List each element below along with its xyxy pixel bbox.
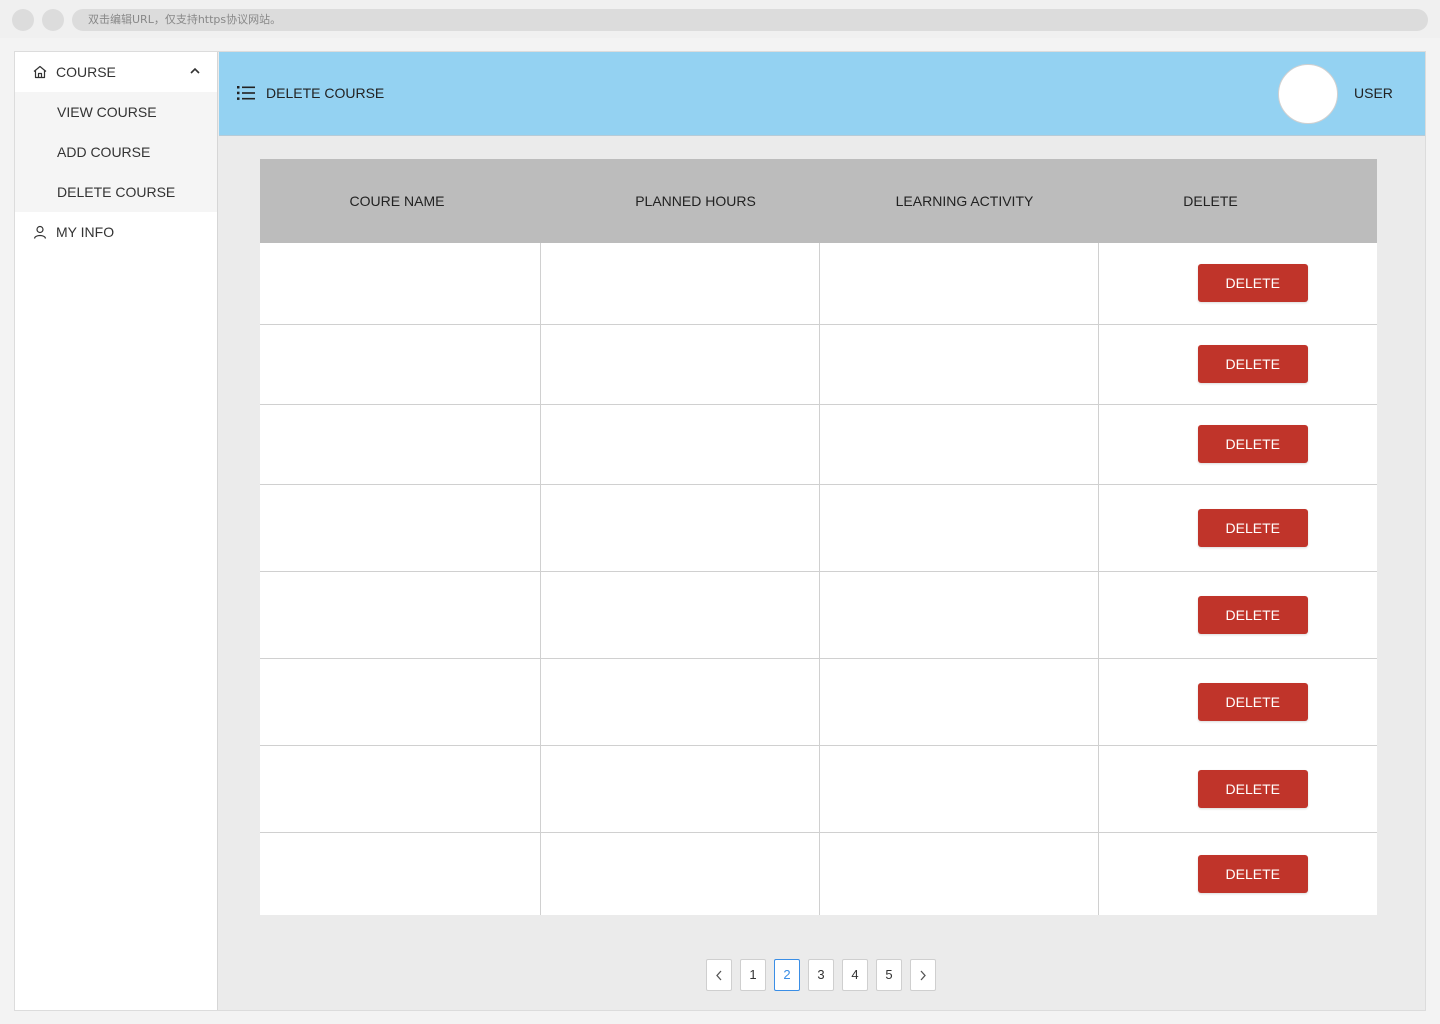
pagination: 1 2 3 4 5 [706,959,936,991]
table-header-row: COURE NAME PLANNED HOURS LEARNING ACTIVI… [260,159,1377,243]
course-table: COURE NAME PLANNED HOURS LEARNING ACTIVI… [260,159,1377,915]
cell-delete: DELETE [1098,484,1377,572]
delete-button[interactable]: DELETE [1197,508,1308,547]
chevron-left-icon [716,970,722,981]
cell-course-name [260,658,541,746]
avatar[interactable] [1278,64,1338,124]
cell-delete: DELETE [1098,324,1377,405]
sidebar-item-view-course[interactable]: VIEW COURSE [15,92,217,132]
column-header-planned-hours: PLANNED HOURS [540,159,819,243]
page-button-2[interactable]: 2 [774,959,800,991]
cell-delete: DELETE [1098,404,1377,485]
cell-planned-hours [540,832,820,915]
cell-delete: DELETE [1098,832,1377,915]
page-button-1[interactable]: 1 [740,959,766,991]
column-header-course-name: COURE NAME [260,159,540,243]
sidebar-item-my-info[interactable]: MY INFO [15,212,217,252]
cell-planned-hours [540,745,820,833]
sidebar: COURSE VIEW COURSE ADD COURSE DELETE COU… [15,52,218,1010]
delete-button[interactable]: DELETE [1197,682,1308,721]
delete-button[interactable]: DELETE [1197,345,1308,383]
cell-course-name [260,745,541,833]
course-table-container: COURE NAME PLANNED HOURS LEARNING ACTIVI… [260,159,1377,915]
cell-planned-hours [540,404,820,485]
chevron-up-icon[interactable] [189,65,201,77]
delete-button[interactable]: DELETE [1197,595,1308,634]
app-frame: COURSE VIEW COURSE ADD COURSE DELETE COU… [14,51,1426,1011]
url-bar[interactable]: 双击编辑URL，仅支持https协议网站。 [72,9,1428,31]
table-row: DELETE [260,745,1377,833]
course-submenu: VIEW COURSE ADD COURSE DELETE COURSE [15,92,217,212]
prev-page-button[interactable] [706,959,732,991]
column-header-delete: DELETE [1098,159,1377,243]
window-button[interactable] [42,9,64,31]
browser-bar: 双击编辑URL，仅支持https协议网站。 [0,0,1440,38]
home-icon [32,64,48,80]
delete-button[interactable]: DELETE [1197,854,1308,893]
cell-learning-activity [819,658,1099,746]
sidebar-group-course[interactable]: COURSE [15,52,217,92]
cell-learning-activity [819,832,1099,915]
sidebar-group-label: COURSE [56,64,116,80]
menu-icon[interactable] [237,85,255,101]
delete-button[interactable]: DELETE [1197,769,1308,808]
cell-planned-hours [540,243,820,325]
table-row: DELETE [260,324,1377,405]
page-button-4[interactable]: 4 [842,959,868,991]
cell-planned-hours [540,658,820,746]
table-row: DELETE [260,404,1377,485]
cell-course-name [260,484,541,572]
cell-delete: DELETE [1098,745,1377,833]
cell-learning-activity [819,745,1099,833]
chevron-right-icon [920,970,926,981]
next-page-button[interactable] [910,959,936,991]
cell-delete: DELETE [1098,571,1377,659]
cell-planned-hours [540,324,820,405]
page-title: DELETE COURSE [266,85,385,101]
user-label[interactable]: USER [1354,85,1393,101]
cell-learning-activity [819,324,1099,405]
cell-course-name [260,324,541,405]
cell-learning-activity [819,404,1099,485]
cell-planned-hours [540,484,820,572]
cell-delete: DELETE [1098,658,1377,746]
cell-course-name [260,243,541,325]
cell-course-name [260,571,541,659]
table-row: DELETE [260,832,1377,915]
page-header: DELETE COURSE USER [219,52,1425,136]
cell-learning-activity [819,484,1099,572]
user-icon [32,224,48,240]
sidebar-item-label: MY INFO [56,224,115,240]
cell-planned-hours [540,571,820,659]
table-row: DELETE [260,243,1377,325]
sidebar-item-add-course[interactable]: ADD COURSE [15,132,217,172]
cell-delete: DELETE [1098,243,1377,325]
sidebar-item-delete-course[interactable]: DELETE COURSE [15,172,217,212]
window-button[interactable] [12,9,34,31]
table-row: DELETE [260,658,1377,746]
delete-button[interactable]: DELETE [1197,264,1308,303]
delete-button[interactable]: DELETE [1197,425,1308,463]
page-button-5[interactable]: 5 [876,959,902,991]
page-button-3[interactable]: 3 [808,959,834,991]
cell-course-name [260,832,541,915]
table-row: DELETE [260,484,1377,572]
column-header-learning-activity: LEARNING ACTIVITY [819,159,1098,243]
cell-course-name [260,404,541,485]
table-row: DELETE [260,571,1377,659]
cell-learning-activity [819,571,1099,659]
cell-learning-activity [819,243,1099,325]
